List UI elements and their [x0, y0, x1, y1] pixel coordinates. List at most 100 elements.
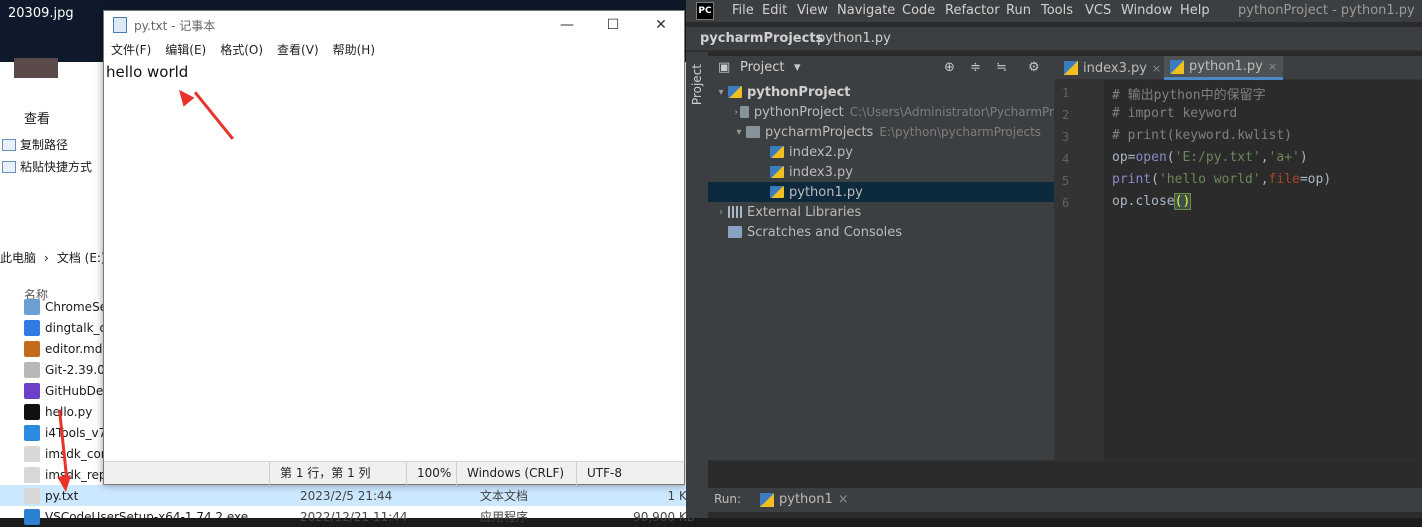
- breadcrumb-this-pc[interactable]: 此电脑: [0, 249, 36, 266]
- notepad-titlebar[interactable]: py.txt - 记事本 — ☐ ✕: [104, 11, 684, 39]
- address-breadcrumb[interactable]: 此电脑 › 文档 (E:): [0, 249, 106, 266]
- maximize-button[interactable]: ☐: [590, 11, 636, 39]
- menu-edit[interactable]: 编辑(E): [158, 40, 213, 60]
- menu-view[interactable]: View: [797, 3, 828, 18]
- tree-item-label: index3.py: [789, 164, 853, 180]
- file-date: 2022/12/21 11:44: [300, 509, 408, 524]
- locate-icon[interactable]: ⊕: [944, 60, 955, 75]
- tree-item[interactable]: Scratches and Consoles: [708, 222, 1054, 242]
- code-token: op=: [1112, 150, 1136, 165]
- python-file-icon: [1170, 59, 1184, 74]
- menu-navigate[interactable]: Navigate: [837, 3, 895, 18]
- line-number: 1: [1062, 86, 1070, 100]
- python-file-icon: [728, 86, 742, 98]
- tree-item[interactable]: ▾ pythonProject: [708, 82, 1054, 102]
- tab-python1[interactable]: python1.py ×: [1164, 56, 1284, 80]
- project-panel-title[interactable]: Project: [740, 60, 784, 75]
- menu-refactor[interactable]: Refactor: [945, 3, 1000, 18]
- breadcrumb-drive-e[interactable]: 文档 (E:): [57, 249, 106, 266]
- editor-bottom-area: [708, 460, 1422, 488]
- code-token: op.close: [1112, 194, 1175, 209]
- tree-item[interactable]: › External Libraries: [708, 202, 1054, 222]
- tab-label: index3.py: [1083, 60, 1147, 76]
- menu-tools[interactable]: Tools: [1041, 3, 1073, 18]
- paste-shortcut-command[interactable]: 粘贴快捷方式: [2, 158, 92, 175]
- run-tab-python1[interactable]: python1 ×: [760, 492, 849, 507]
- code-token: 'a+': [1268, 150, 1300, 165]
- matched-brace: (): [1173, 193, 1192, 210]
- navigation-bar: pycharmProjects python1.py: [686, 27, 1422, 51]
- tree-item[interactable]: index2.py: [708, 142, 1054, 162]
- file-icon: [24, 298, 40, 315]
- close-tab-icon[interactable]: ×: [1152, 62, 1161, 75]
- minimize-button[interactable]: —: [544, 11, 590, 39]
- chevron-down-icon[interactable]: ▾: [714, 87, 728, 98]
- menu-edit[interactable]: Edit: [762, 3, 787, 18]
- project-tool-tab[interactable]: Project: [690, 64, 704, 105]
- code-line-4: op=open('E:/py.txt','a+'): [1112, 150, 1308, 165]
- menu-help[interactable]: 帮助(H): [326, 40, 382, 60]
- file-row[interactable]: VSCodeUserSetup-x64-1.74.2.exe 2022/12/21…: [0, 506, 700, 527]
- file-icon: [24, 445, 40, 462]
- chevron-right-icon[interactable]: ›: [714, 207, 728, 218]
- python-file-icon: [770, 186, 784, 198]
- tree-item[interactable]: index3.py: [708, 162, 1054, 182]
- menu-file[interactable]: 文件(F): [104, 40, 158, 60]
- notepad-title: py.txt - 记事本: [134, 19, 216, 33]
- chevron-down-icon[interactable]: ▾: [732, 127, 746, 138]
- chevron-right-icon[interactable]: ›: [732, 107, 740, 118]
- close-button[interactable]: ✕: [638, 11, 684, 39]
- file-icon: [24, 361, 40, 378]
- file-row[interactable]: py.txt 2023/2/5 21:44 文本文档 1 KB: [0, 485, 700, 506]
- expand-all-icon[interactable]: ≑: [970, 60, 981, 75]
- gear-icon[interactable]: ⚙: [1028, 60, 1040, 75]
- tree-item-label: pythonProject: [753, 104, 844, 120]
- code-token: print: [1112, 172, 1152, 187]
- menu-run[interactable]: Run: [1006, 3, 1031, 18]
- paste-shortcut-label: 粘贴快捷方式: [20, 160, 93, 174]
- file-icon: [24, 340, 40, 357]
- left-tool-strip: Project: [686, 52, 708, 518]
- python-file-icon: [760, 492, 774, 507]
- python-file-icon: [770, 166, 784, 178]
- notepad-text-area[interactable]: hello world: [106, 63, 676, 458]
- tree-item[interactable]: python1.py: [708, 182, 1054, 202]
- python-file-icon: [1064, 61, 1078, 75]
- notepad-menubar: 文件(F) 编辑(E) 格式(O) 查看(V) 帮助(H): [104, 40, 684, 60]
- python-file-icon: [770, 146, 784, 158]
- tree-item[interactable]: › pythonProject C:\Users\Administrator\Pyc…: [708, 102, 1054, 122]
- file-name: VSCodeUserSetup-x64-1.74.2.exe: [45, 509, 249, 524]
- image-thumbnail: [14, 58, 58, 78]
- notepad-statusbar: 第 1 行，第 1 列 100% Windows (CRLF) UTF-8: [104, 461, 684, 485]
- line-number: 6: [1062, 196, 1070, 210]
- menu-code[interactable]: Code: [902, 3, 935, 18]
- chevron-down-icon[interactable]: ▾: [794, 60, 801, 75]
- code-line-6: op.close(): [1112, 193, 1192, 210]
- code-line-5: print('hello world',file=op): [1112, 172, 1331, 187]
- code-editor[interactable]: # 输出python中的保留字 # import keyword # print…: [1104, 80, 1422, 460]
- status-line-ending: Windows (CRLF): [456, 461, 576, 485]
- nav-crumb-project[interactable]: pycharmProjects: [700, 31, 823, 46]
- close-tab-icon[interactable]: ×: [1268, 60, 1277, 73]
- file-icon: [24, 319, 40, 336]
- tree-item-label: pythonProject: [747, 84, 851, 100]
- menu-window[interactable]: Window: [1121, 3, 1172, 18]
- menu-view[interactable]: 查看(V): [270, 40, 326, 60]
- tree-item-path: E:\python\pycharmProjects: [879, 125, 1042, 139]
- copy-path-command[interactable]: 复制路径: [2, 136, 68, 153]
- menu-format[interactable]: 格式(O): [213, 40, 270, 60]
- run-tab-label: python1: [779, 492, 833, 507]
- pycharm-window: PC File Edit View Navigate Code Refactor…: [686, 0, 1422, 518]
- menu-vcs[interactable]: VCS: [1085, 3, 1111, 18]
- run-tool-window-bar: Run: python1 ×: [708, 488, 1422, 512]
- folder-icon: [740, 106, 749, 118]
- ribbon-tab-view[interactable]: 查看: [24, 108, 50, 127]
- tree-item[interactable]: ▾ pycharmProjects E:\python\pycharmProject…: [708, 122, 1054, 142]
- close-tab-icon[interactable]: ×: [838, 492, 849, 507]
- nav-crumb-file[interactable]: python1.py: [817, 31, 891, 46]
- menu-help[interactable]: Help: [1180, 3, 1210, 18]
- menu-file[interactable]: File: [732, 3, 754, 18]
- collapse-all-icon[interactable]: ≒: [996, 60, 1007, 75]
- line-number: 4: [1062, 152, 1070, 166]
- tab-index3[interactable]: index3.py ×: [1058, 56, 1167, 80]
